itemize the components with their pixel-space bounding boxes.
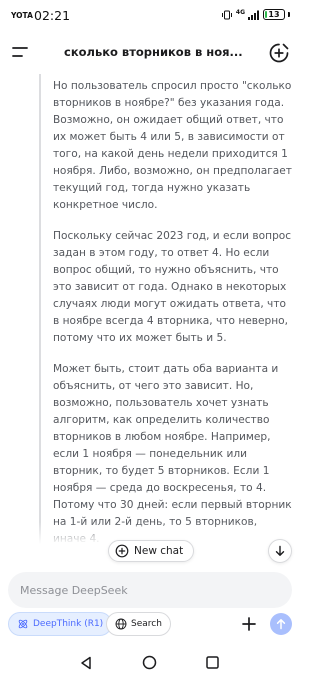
send-button[interactable] <box>270 613 292 635</box>
battery-icon: 13 <box>263 9 285 20</box>
arrow-up-icon <box>276 619 286 630</box>
composer-toolbar: DeepThink (R1) Search <box>0 612 300 638</box>
arrow-down-icon <box>275 545 285 556</box>
scroll-down-button[interactable] <box>268 539 292 563</box>
plus-icon[interactable] <box>241 616 257 632</box>
new-chat-button[interactable]: New chat <box>108 540 195 562</box>
square-recents-icon[interactable] <box>206 656 219 669</box>
plus-circle-icon <box>115 544 129 558</box>
vibrate-icon <box>221 10 232 19</box>
globe-icon <box>115 618 127 630</box>
thinking-paragraph: Поскольку сейчас 2023 год, и если вопрос… <box>53 230 292 344</box>
battery-level-fill <box>265 11 268 18</box>
search-label: Search <box>131 619 162 629</box>
plus-circle-icon[interactable] <box>268 42 290 64</box>
thinking-paragraph: Но пользователь спросил просто "сколько … <box>53 80 292 211</box>
network-type-label: 4G <box>235 9 245 16</box>
thinking-paragraph: Может быть, стоит дать оба варианта и об… <box>53 363 292 544</box>
search-toggle[interactable]: Search <box>106 612 171 636</box>
system-nav-bar <box>0 650 300 678</box>
signal-strength-icon <box>248 10 259 20</box>
atom-icon <box>18 619 28 629</box>
hamburger-icon[interactable] <box>12 45 28 59</box>
battery-level-text: 13 <box>268 9 280 19</box>
status-bar: YOTA 02:21 4G 13 <box>0 0 300 28</box>
thinking-content: Но пользователь спросил просто "сколько … <box>53 78 293 544</box>
deepthink-toggle[interactable]: DeepThink (R1) <box>8 612 113 636</box>
chat-header: сколько вторников в ноя... <box>0 36 300 70</box>
circle-home-icon[interactable] <box>142 655 157 670</box>
chat-title: сколько вторников в ноя... <box>64 45 242 59</box>
triangle-back-icon[interactable] <box>79 656 93 670</box>
status-indicators: 4G 13 <box>221 9 290 20</box>
message-composer <box>8 572 292 608</box>
status-clock: 02:21 <box>34 8 71 23</box>
new-chat-label: New chat <box>134 545 184 557</box>
message-area[interactable]: Но пользователь спросил просто "сколько … <box>0 74 300 544</box>
deepthink-label: DeepThink (R1) <box>33 619 104 629</box>
battery-tip <box>288 12 290 17</box>
thinking-divider <box>39 74 41 544</box>
message-input[interactable] <box>8 572 292 608</box>
carrier-name: YOTA <box>11 11 33 20</box>
